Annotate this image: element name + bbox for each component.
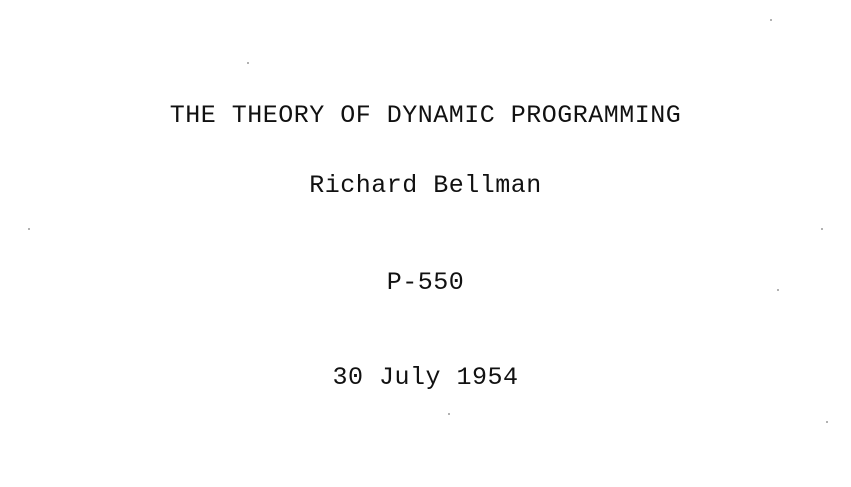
document-title: THE THEORY OF DYNAMIC PROGRAMMING: [169, 101, 682, 130]
report-number: P-550: [386, 268, 465, 297]
scan-speck: [821, 228, 823, 230]
scan-speck: [247, 62, 249, 64]
scan-speck: [826, 421, 828, 423]
scan-speck: [448, 413, 450, 415]
document-date: 30 July 1954: [332, 363, 519, 392]
scan-speck: [777, 289, 779, 291]
title-page: THE THEORY OF DYNAMIC PROGRAMMING Richar…: [0, 0, 851, 487]
document-author: Richard Bellman: [309, 171, 542, 200]
scan-speck: [770, 19, 772, 21]
scan-speck: [28, 228, 30, 230]
